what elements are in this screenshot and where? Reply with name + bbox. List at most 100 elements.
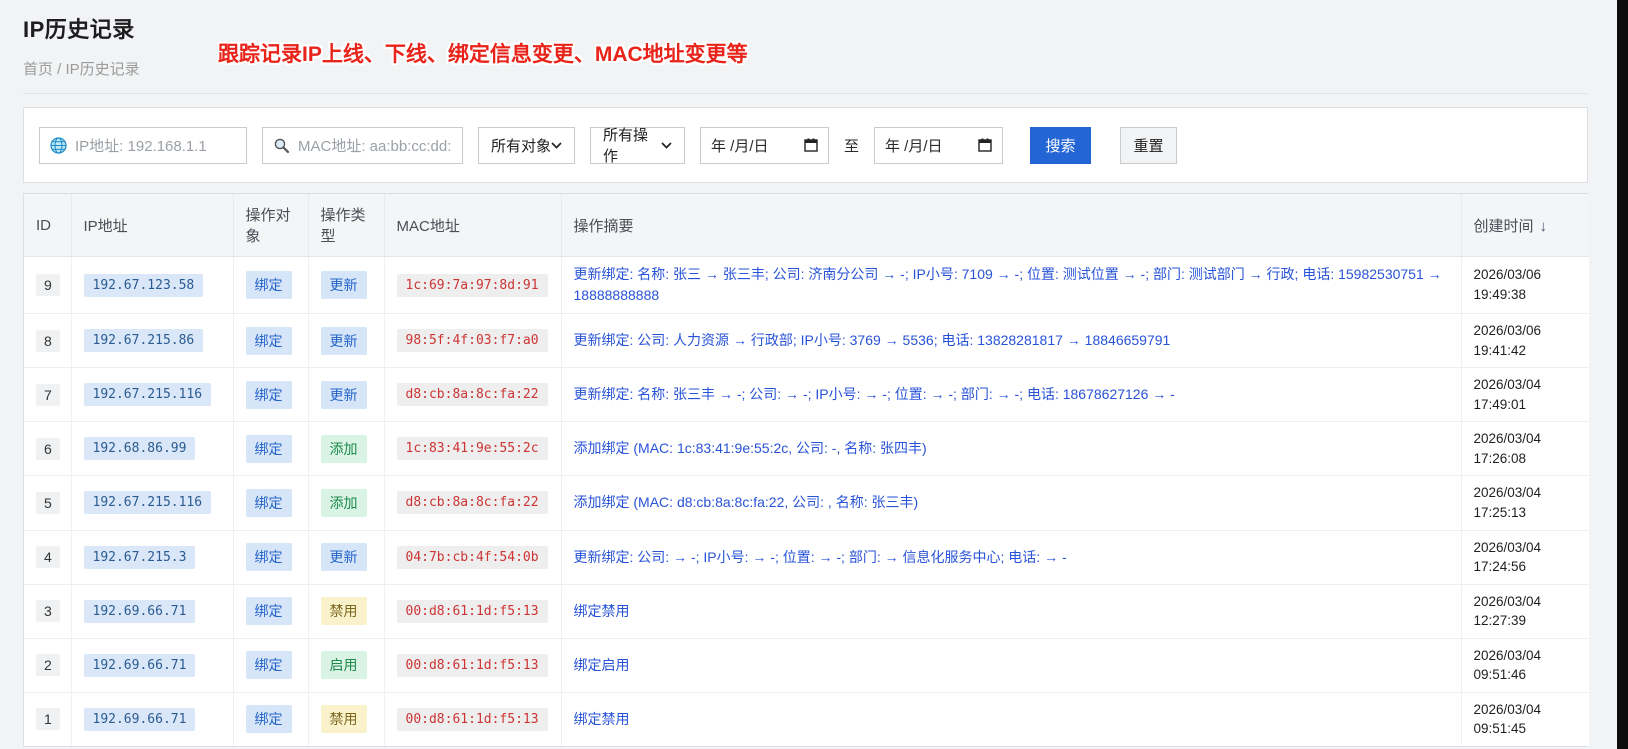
page-header: IP历史记录 首页 / IP历史记录 跟踪记录IP上线、下线、绑定信息变更、MA…	[23, 0, 1588, 79]
header-divider	[23, 93, 1588, 94]
operation-type-badge: 添加	[320, 488, 367, 517]
mac-search-input[interactable]: MAC地址: aa:bb:cc:dd:e	[262, 126, 463, 164]
operation-object-badge: 绑定	[245, 705, 292, 734]
mac-value: 00:d8:61:1d:f5:13	[396, 707, 548, 731]
created-time: 2026/03/06 19:41:42	[1461, 313, 1589, 369]
ip-value: 192.67.215.86	[83, 329, 204, 353]
chevron-down-icon	[551, 141, 562, 149]
operation-object-badge: 绑定	[245, 271, 292, 299]
ip-value: 192.67.215.116	[83, 491, 212, 515]
mac-input-placeholder: MAC地址: aa:bb:cc:dd:e	[298, 137, 452, 155]
header-mac: MAC地址	[384, 194, 562, 257]
table-row: 2 192.69.66.71 绑定 启用 00:d8:61:1d:f5:13 绑…	[24, 638, 1589, 693]
operation-type-badge: 更新	[320, 543, 367, 572]
operation-summary-link[interactable]: 绑定禁用	[574, 709, 630, 730]
date-range-to-label: 至	[844, 137, 860, 155]
mac-value: 04:7b:cb:4f:54:0b	[396, 545, 548, 569]
created-time: 2026/03/06 19:49:38	[1461, 256, 1589, 314]
operation-type-badge: 更新	[320, 326, 367, 355]
globe-icon	[50, 136, 67, 154]
operation-summary-link[interactable]: 绑定启用	[574, 655, 630, 676]
created-time: 2026/03/04 09:51:46	[1461, 638, 1589, 693]
sort-desc-icon[interactable]: ↓	[1540, 218, 1548, 235]
row-id: 5	[36, 491, 60, 514]
mac-value: 1c:69:7a:97:8d:91	[396, 273, 548, 297]
operation-type-badge: 禁用	[320, 705, 367, 734]
operation-type-badge: 禁用	[320, 597, 367, 626]
operation-summary-link[interactable]: 添加绑定 (MAC: 1c:83:41:9e:55:2c, 公司: -, 名称:…	[574, 438, 927, 459]
date-to-value: 年 /月/日	[885, 137, 943, 155]
mac-value: 00:d8:61:1d:f5:13	[396, 653, 548, 677]
row-id: 2	[36, 654, 60, 677]
mac-value: 1c:83:41:9e:55:2c	[396, 437, 548, 461]
date-from-input[interactable]: 年 /月/日	[700, 126, 829, 164]
window-edge-strip	[1617, 0, 1628, 749]
mac-value: 00:d8:61:1d:f5:13	[396, 599, 548, 623]
operation-object-badge: 绑定	[245, 326, 292, 355]
created-time: 2026/03/04 17:24:56	[1461, 530, 1589, 585]
table-header-row: ID IP地址 操作对象 操作类型 MAC地址 操作摘要 创建时间 ↓	[24, 194, 1589, 257]
date-from-value: 年 /月/日	[711, 137, 769, 155]
ip-value: 192.67.215.116	[83, 383, 212, 407]
table-row: 8 192.67.215.86 绑定 更新 98:5f:4f:03:f7:a0 …	[24, 313, 1589, 369]
ip-value: 192.68.86.99	[83, 437, 196, 461]
operation-summary-link[interactable]: 更新绑定: 公司: 人力资源 → 行政部; IP小号: 3769 → 5536;…	[574, 330, 1171, 351]
ip-search-input[interactable]: IP地址: 192.168.1.1	[39, 126, 247, 164]
ip-input-placeholder: IP地址: 192.168.1.1	[75, 137, 207, 155]
operation-summary-link[interactable]: 绑定禁用	[574, 601, 630, 622]
table-row: 6 192.68.86.99 绑定 添加 1c:83:41:9e:55:2c 添…	[24, 421, 1589, 477]
operation-type-badge: 添加	[320, 434, 367, 463]
row-id: 8	[36, 329, 60, 352]
action-filter-select[interactable]: 所有操作	[590, 126, 685, 165]
operation-object-badge: 绑定	[245, 543, 292, 572]
ip-value: 192.69.66.71	[83, 707, 196, 731]
header-type: 操作类型	[308, 194, 385, 257]
operation-summary-link[interactable]: 更新绑定: 名称: 张三丰 → -; 公司: → -; IP小号: → -; 位…	[574, 384, 1175, 405]
operation-object-badge: 绑定	[245, 651, 292, 680]
date-to-input[interactable]: 年 /月/日	[874, 126, 1004, 164]
chevron-down-icon	[661, 141, 672, 149]
created-time: 2026/03/04 17:49:01	[1461, 367, 1589, 423]
operation-object-badge: 绑定	[245, 380, 292, 409]
row-id: 4	[36, 546, 60, 569]
operation-object-badge: 绑定	[245, 488, 292, 517]
row-id: 3	[36, 600, 60, 623]
row-id: 6	[36, 437, 60, 460]
ip-value: 192.67.215.3	[83, 545, 196, 569]
row-id: 9	[36, 274, 60, 296]
operation-object-badge: 绑定	[245, 434, 292, 463]
mac-value: d8:cb:8a:8c:fa:22	[396, 383, 548, 407]
operation-type-badge: 启用	[320, 651, 367, 680]
reset-button[interactable]: 重置	[1120, 126, 1178, 164]
object-select-value: 所有对象	[491, 137, 552, 155]
table-row: 1 192.69.66.71 绑定 禁用 00:d8:61:1d:f5:13 绑…	[24, 692, 1589, 746]
search-icon	[273, 137, 290, 154]
created-time: 2026/03/04 17:26:08	[1461, 421, 1589, 477]
row-id: 1	[36, 708, 60, 731]
mac-value: 98:5f:4f:03:f7:a0	[396, 329, 548, 353]
created-time: 2026/03/04 09:51:45	[1461, 692, 1589, 746]
header-id: ID	[24, 194, 72, 257]
header-created-sortable[interactable]: 创建时间 ↓	[1461, 194, 1589, 257]
ip-value: 192.69.66.71	[83, 653, 196, 677]
object-filter-select[interactable]: 所有对象	[478, 126, 575, 164]
annotation-text: 跟踪记录IP上线、下线、绑定信息变更、MAC地址变更等	[218, 43, 748, 66]
created-time: 2026/03/04 12:27:39	[1461, 584, 1589, 639]
operation-type-badge: 更新	[320, 271, 367, 299]
operation-summary-link[interactable]: 更新绑定: 名称: 张三 → 张三丰; 公司: 济南分公司 → -; IP小号:…	[574, 264, 1449, 306]
operation-type-badge: 更新	[320, 380, 367, 409]
header-summary: 操作摘要	[561, 194, 1462, 257]
operation-summary-link[interactable]: 添加绑定 (MAC: d8:cb:8a:8c:fa:22, 公司: , 名称: …	[574, 492, 919, 513]
table-row: 5 192.67.215.116 绑定 添加 d8:cb:8a:8c:fa:22…	[24, 475, 1589, 531]
calendar-icon	[804, 138, 818, 152]
operation-summary-link[interactable]: 更新绑定: 公司: → -; IP小号: → -; 位置: → -; 部门: →…	[574, 547, 1067, 568]
calendar-icon	[978, 138, 992, 152]
created-time: 2026/03/04 17:25:13	[1461, 475, 1589, 531]
filter-bar: IP地址: 192.168.1.1 MAC地址: aa:bb:cc:dd:e 所…	[23, 107, 1588, 183]
row-id: 7	[36, 383, 60, 406]
search-button[interactable]: 搜索	[1030, 126, 1092, 164]
history-table-card: ID IP地址 操作对象 操作类型 MAC地址 操作摘要 创建时间 ↓ 9 192…	[23, 193, 1589, 747]
mac-value: d8:cb:8a:8c:fa:22	[396, 491, 548, 515]
table-row: 9 192.67.123.58 绑定 更新 1c:69:7a:97:8d:91 …	[24, 256, 1589, 314]
table-row: 7 192.67.215.116 绑定 更新 d8:cb:8a:8c:fa:22…	[24, 367, 1589, 423]
